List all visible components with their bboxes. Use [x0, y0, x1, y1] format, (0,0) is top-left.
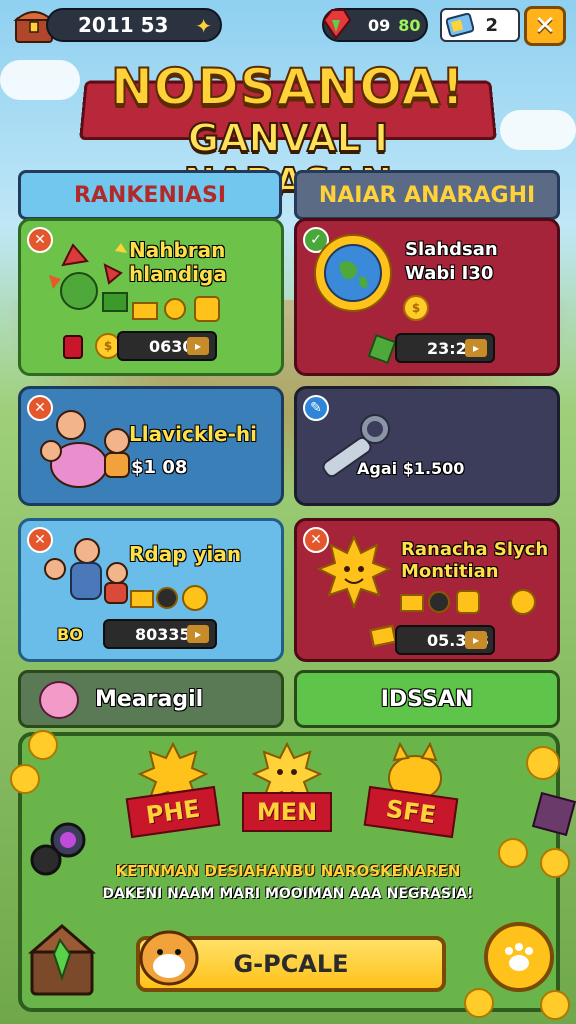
pig-avatar-icon — [39, 681, 79, 719]
coin-icon — [464, 988, 494, 1018]
price-arrow-icon: ▸ — [465, 631, 487, 649]
price-arrow-icon: ▸ — [465, 339, 487, 357]
coin-icon — [540, 990, 570, 1020]
claim-button-label: G-PCALE — [233, 950, 349, 978]
card-title: Nahbran — [129, 238, 226, 262]
ticket-icon — [446, 12, 474, 38]
card-price-text: $1 08 — [131, 457, 188, 478]
family-icon — [40, 410, 130, 488]
card-title: Llavickle-hi — [129, 422, 257, 446]
shop-card[interactable]: ✕ Rdap yian BO 80335 ▸ — [18, 518, 284, 662]
reward-item[interactable]: SFE — [356, 742, 466, 852]
card-subtitle: Wabi I30 — [405, 263, 494, 284]
close-button[interactable]: ✕ — [524, 6, 566, 46]
card-title: Rdap yian — [129, 542, 242, 566]
hamster-mascot-icon — [139, 930, 199, 986]
coin-icon — [10, 764, 40, 794]
coin-icon — [526, 746, 560, 780]
price-arrow-icon: ▸ — [187, 625, 209, 643]
panel-headline: KETNMAN DESIAHANBU NAROSKENAREN — [115, 862, 461, 880]
mascot-round-button[interactable] — [484, 922, 554, 992]
chest-icon[interactable] — [26, 918, 102, 998]
gold-bars-icon — [132, 296, 220, 322]
add-gold-icon[interactable]: ✦ — [195, 14, 212, 38]
shop-card[interactable]: ✕ Llavickle-hi $1 08 — [18, 386, 284, 506]
price-arrow-icon: ▸ — [187, 337, 209, 355]
card-price-text: Agai $1.500 — [357, 459, 465, 478]
lock-icon — [63, 335, 83, 359]
gold-coins-icon — [400, 589, 536, 615]
globe-icon — [314, 234, 392, 312]
cloud — [0, 60, 80, 100]
card-subtitle: hlandiga — [129, 262, 227, 286]
card-subtitle: Montitian — [401, 561, 499, 582]
reward-label: MEN — [242, 792, 332, 832]
cloud — [500, 110, 576, 150]
price-button[interactable]: 06301 ▸ — [117, 331, 217, 361]
tab-rankings[interactable]: RANKENIASI — [18, 170, 282, 220]
tab-secondary[interactable]: NAIAR ANARAGHI — [294, 170, 560, 220]
price-button[interactable]: 23:23 ▸ — [395, 333, 495, 363]
reward-item[interactable]: MEN — [232, 742, 342, 852]
price-button[interactable]: 05.308 ▸ — [395, 625, 495, 655]
title-banner: NODSANOA! GANVAL I NARASAN — [79, 57, 497, 205]
shop-card[interactable]: ✎ Agai $1.500 — [294, 386, 560, 506]
card-title: Slahdsan — [405, 239, 498, 260]
family-group-icon — [44, 538, 128, 604]
tab-bottom-left[interactable]: Mearagil — [18, 670, 284, 728]
price-value: 80335 — [135, 624, 191, 644]
shop-card[interactable]: ✕ Ranacha Slych Montitian 05.308 ▸ — [294, 518, 560, 662]
reward-item[interactable]: PHE — [118, 742, 228, 852]
gem-shard-icon — [367, 333, 397, 365]
gold-coins-icon — [130, 585, 208, 611]
panel-subtext: DAKENI NAAM MARI MOOIMAN AAA NEGRASIA! — [102, 886, 474, 902]
card-prefix-label: BO — [57, 625, 83, 644]
gem-count-secondary: 80 — [398, 15, 421, 35]
gem-count: 09 — [368, 15, 391, 35]
coin-icon — [28, 730, 58, 760]
gold-bar-icon — [369, 624, 397, 648]
gem-icon — [322, 9, 352, 40]
title-line-1: NODSANOA! — [110, 57, 466, 117]
coin-icon: $ — [403, 295, 429, 321]
shop-card[interactable]: ✓ Slahdsan Wabi I30 $ 23:23 ▸ — [294, 218, 560, 376]
paw-icon — [505, 943, 533, 971]
gold-counter: 2011 53 ✦ — [46, 8, 222, 42]
fruit-pile-icon — [49, 243, 128, 312]
coin-icon — [540, 848, 570, 878]
price-button[interactable]: 80335 ▸ — [103, 619, 217, 649]
shop-card[interactable]: ✕ Nahbran hlandiga $ 06301 ▸ — [18, 218, 284, 376]
ticket-count: 2 — [485, 14, 498, 36]
gold-value: 2011 53 — [78, 13, 169, 37]
tab-label: Mearagil — [95, 686, 204, 712]
card-title: Ranacha Slych — [401, 539, 549, 560]
sun-mascot-icon — [317, 535, 391, 609]
tab-bottom-right[interactable]: IDSSAN — [294, 670, 560, 728]
top-bar: 2011 53 ✦ 09 80 2 ✕ — [0, 0, 576, 50]
